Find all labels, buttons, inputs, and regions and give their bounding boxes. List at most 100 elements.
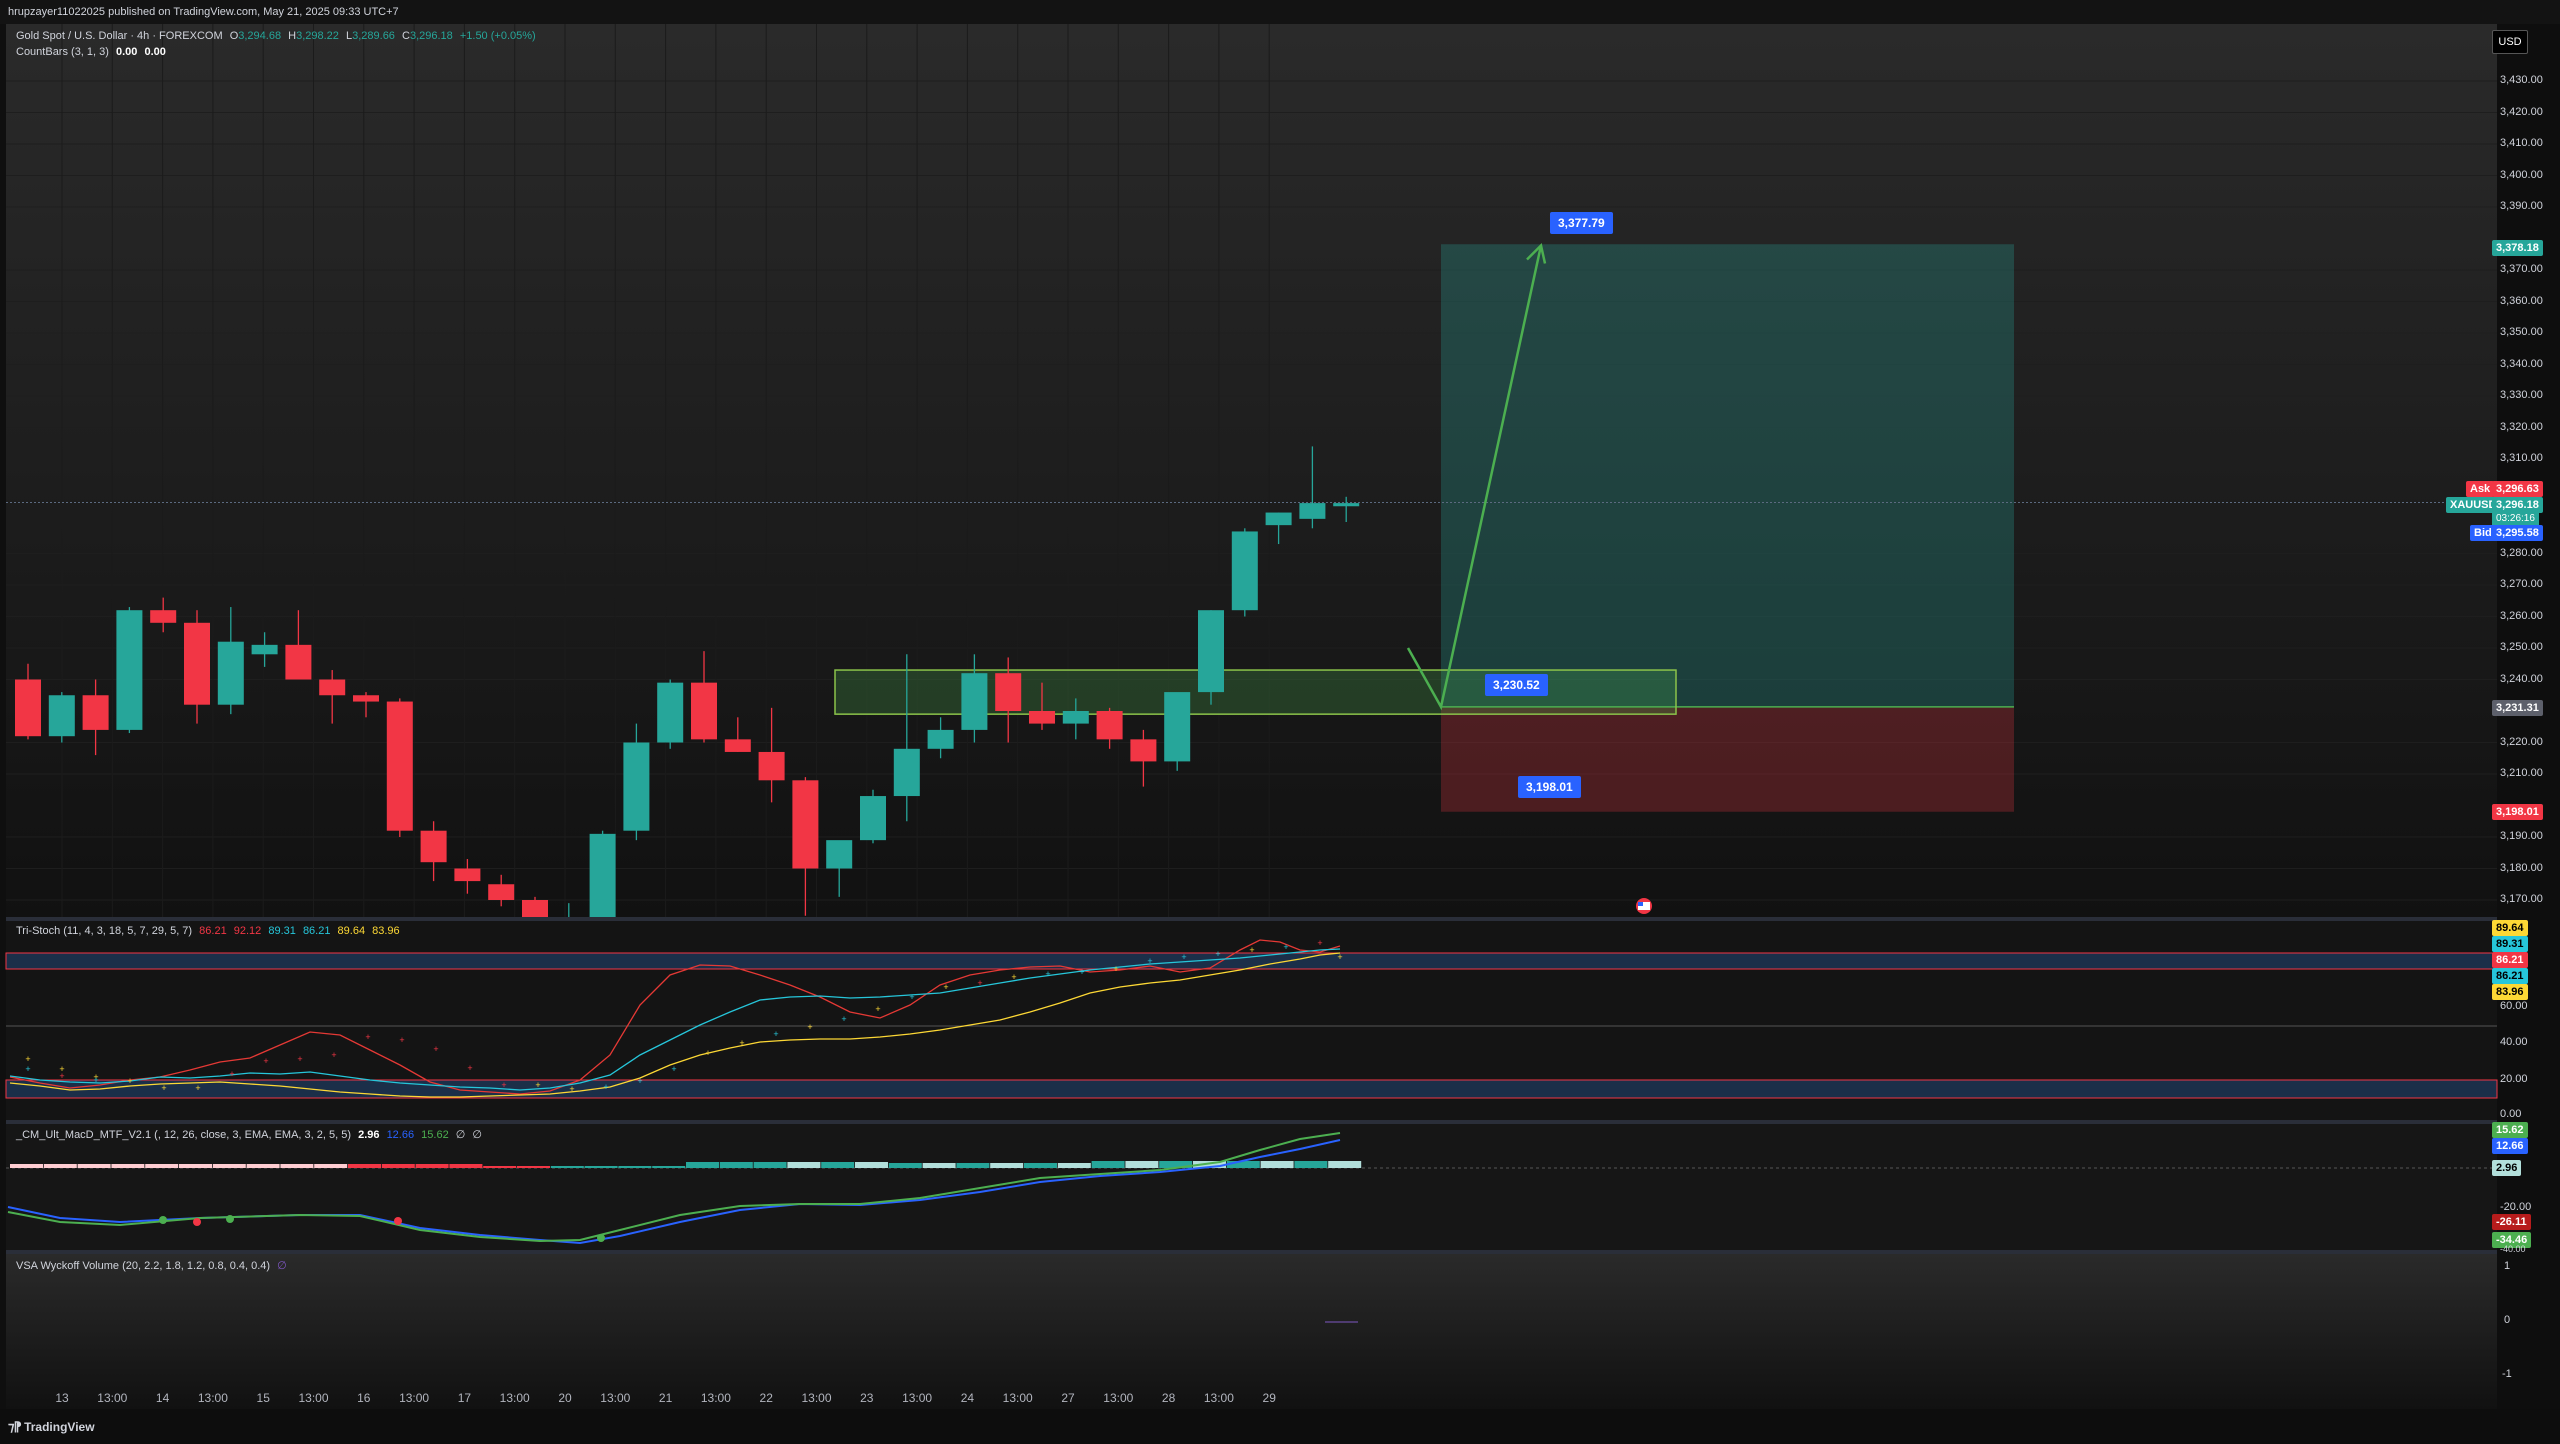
stoch-dot: +: [25, 1054, 30, 1064]
stoch-dot: +: [1011, 972, 1016, 982]
time-tick: 13:00: [500, 1391, 530, 1405]
stoch-dot: +: [603, 1082, 608, 1092]
macd-bar: [314, 1164, 348, 1168]
chart-svg[interactable]: + + + + + + + + + + + + + + + + + + + + + + + + + + + + + + + + + + + + + + + +…: [0, 0, 2560, 1444]
stoch-dot: +: [1337, 952, 1342, 962]
candle-body: [893, 748, 920, 797]
stoch-oversold-band: [5, 1079, 2498, 1099]
price-tick: 3,270.00: [2500, 578, 2543, 590]
candle-body: [589, 833, 616, 919]
demand-zone[interactable]: [834, 669, 1677, 715]
candle-body: [1198, 610, 1224, 693]
macd-legend[interactable]: _CM_Ult_MacD_MTF_V2.1 (, 12, 26, close, …: [16, 1128, 482, 1141]
pane-separator[interactable]: [6, 917, 2497, 921]
candle-body: [1164, 692, 1191, 762]
candle-body: [623, 742, 650, 831]
macd-bar: [550, 1166, 584, 1168]
stoch-dot: +: [1249, 945, 1254, 955]
macd-pane-bg: [6, 1124, 2497, 1250]
macd-bar: [584, 1166, 618, 1168]
target-price-tag: 3,378.18: [2492, 240, 2543, 256]
candle-body: [691, 682, 717, 740]
stoch-dot: +: [365, 1032, 370, 1042]
price-tick: 3,430.00: [2500, 74, 2543, 86]
candle-body: [995, 673, 1022, 711]
candle-body: [1029, 711, 1055, 724]
macd-bar: [517, 1166, 550, 1168]
stoch-dot: +: [161, 1083, 166, 1093]
macd-bar: [348, 1164, 381, 1168]
macd-bar: [43, 1164, 77, 1168]
price-tick: 3,170.00: [2500, 893, 2543, 905]
pane-separator[interactable]: [6, 1120, 2497, 1124]
low-value: 3,289.66: [352, 30, 395, 42]
macd-cross-dot: [394, 1217, 402, 1225]
stop-flag[interactable]: 3,198.01: [1518, 776, 1581, 798]
macd-cross-dot: [159, 1216, 167, 1224]
target-flag[interactable]: 3,377.79: [1550, 212, 1613, 234]
entry-flag[interactable]: 3,230.52: [1485, 674, 1548, 696]
macd-bar: [888, 1163, 922, 1168]
candle-body: [15, 679, 41, 737]
stoch-dot: +: [705, 1048, 710, 1058]
macd-bar: [179, 1164, 212, 1168]
macd-cross-dot: [226, 1215, 234, 1223]
macd-bar: [246, 1164, 280, 1168]
stop-price-tag: 3,198.01: [2492, 804, 2543, 820]
time-tick: 28: [1162, 1391, 1176, 1405]
stoch-dot: +: [943, 982, 948, 992]
stoch-dot: +: [535, 1080, 540, 1090]
time-tick: 13:00: [1204, 1391, 1234, 1405]
macd-bar: [280, 1164, 314, 1168]
macd-bar: [1091, 1161, 1125, 1168]
macd-bar: [483, 1166, 517, 1168]
stoch-dot: +: [195, 1083, 200, 1093]
time-tick: 24: [961, 1391, 975, 1405]
countbars-legend[interactable]: CountBars (3, 1, 3) 0.00 0.00: [16, 46, 166, 58]
currency-button[interactable]: USD: [2492, 30, 2528, 54]
change-value: +1.50 (+0.05%): [459, 30, 536, 42]
stoch-legend[interactable]: Tri-Stoch (11, 4, 3, 18, 5, 7, 29, 5, 7)…: [16, 925, 400, 937]
stoch-dot: +: [93, 1075, 98, 1085]
price-tick: 3,360.00: [2500, 294, 2543, 307]
time-tick: 22: [760, 1391, 774, 1405]
stoch-dot: +: [59, 1071, 64, 1081]
candle-body: [758, 751, 785, 781]
time-tick: 13:00: [1003, 1391, 1033, 1405]
stoch-dot: +: [1079, 967, 1084, 977]
macd-bar: [77, 1164, 111, 1168]
price-tick: 3,280.00: [2500, 546, 2543, 559]
candle-body: [420, 830, 447, 863]
tradingview-logo[interactable]: ⁊⁋ TradingView: [8, 1419, 95, 1435]
macd-cross-dot: [597, 1234, 605, 1242]
pane-separator[interactable]: [6, 1250, 2497, 1254]
ask-price-tag: 3,296.63: [2492, 481, 2543, 497]
time-tick: 13:00: [801, 1391, 831, 1405]
candle-body: [961, 673, 988, 730]
footer-bar: ⁊⁋ TradingView: [0, 1409, 2560, 1444]
stoch-dot: +: [1113, 964, 1118, 974]
vsa-legend[interactable]: VSA Wyckoff Volume (20, 2.2, 1.8, 1.2, 0…: [16, 1259, 287, 1272]
stoch-dot: +: [263, 1056, 268, 1066]
candle-body: [454, 868, 481, 882]
candle-body: [792, 780, 819, 869]
bid-price-tag: 3,295.58: [2492, 525, 2543, 541]
macd-bar: [212, 1164, 246, 1168]
price-tick: 3,220.00: [2500, 735, 2543, 748]
stoch-dot: +: [637, 1076, 642, 1086]
stoch-dot: +: [229, 1069, 234, 1079]
candle-body: [927, 729, 954, 749]
stoch-dot: +: [841, 1014, 846, 1024]
main-legend[interactable]: Gold Spot / U.S. Dollar · 4h · FOREXCOM …: [16, 30, 536, 42]
tv-logo-icon: ⁊⁋: [8, 1419, 22, 1434]
macd-bar: [10, 1164, 43, 1168]
time-tick: 13:00: [298, 1391, 328, 1405]
stoch-dot: +: [1147, 956, 1152, 966]
us-flag-icon[interactable]: [1636, 898, 1652, 914]
symbol-title[interactable]: Gold Spot / U.S. Dollar · 4h · FOREXCOM: [16, 30, 223, 42]
time-tick: 16: [357, 1391, 371, 1405]
candle-body: [48, 695, 75, 737]
ask-label: Ask: [2466, 481, 2495, 497]
macd-bar: [719, 1162, 753, 1168]
candle-body: [184, 622, 210, 705]
